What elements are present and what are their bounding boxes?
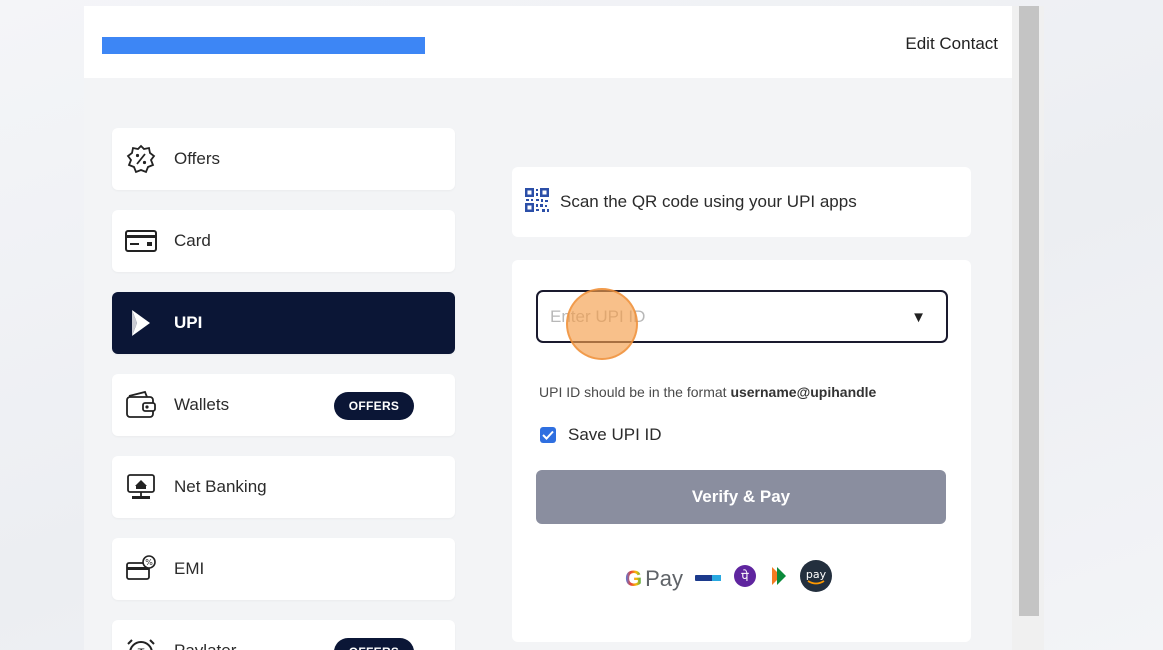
save-upi-row[interactable]: Save UPI ID	[540, 425, 662, 445]
method-net-banking[interactable]: Net Banking	[112, 456, 455, 518]
hint-prefix: UPI ID should be in the format	[539, 384, 731, 400]
save-upi-checkbox[interactable]	[540, 427, 556, 443]
scrollbar-thumb[interactable]	[1019, 6, 1039, 616]
hint-format: username@upihandle	[730, 384, 877, 400]
method-label: Offers	[174, 149, 220, 168]
method-upi[interactable]: UPI	[112, 292, 455, 354]
method-label: Wallets	[174, 395, 230, 414]
google-pay-logo: G Pay	[625, 566, 683, 592]
phonepe-icon: पे	[733, 564, 757, 593]
svg-text:%: %	[145, 558, 153, 567]
method-label: Net Banking	[174, 477, 267, 496]
tap-indicator	[566, 288, 638, 360]
dropdown-arrow-icon[interactable]: ▼	[911, 309, 926, 326]
method-label: UPI	[174, 313, 203, 332]
scan-qr-option[interactable]: Scan the QR code using your UPI apps	[512, 167, 971, 237]
verify-pay-button[interactable]: Verify & Pay	[536, 470, 946, 524]
edit-contact-link[interactable]: Edit Contact	[905, 34, 998, 54]
paylater-icon: ₹	[124, 634, 158, 650]
method-emi[interactable]: % EMI	[112, 538, 455, 600]
offer-percent-icon	[124, 142, 158, 176]
method-label: EMI	[174, 559, 205, 578]
qr-code-icon	[524, 187, 550, 218]
svg-text:pay: pay	[806, 568, 827, 581]
method-label: Card	[174, 231, 211, 250]
paytm-icon	[695, 570, 722, 588]
scan-qr-text: Scan the QR code using your UPI apps	[560, 192, 857, 211]
method-wallets[interactable]: Wallets OFFERS	[112, 374, 455, 436]
offers-badge: OFFERS	[334, 392, 414, 420]
amazon-pay-icon: pay	[799, 559, 833, 598]
emi-icon: %	[124, 552, 158, 586]
method-label: Paylater	[174, 641, 236, 650]
method-offers[interactable]: Offers	[112, 128, 455, 190]
method-card[interactable]: Card	[112, 210, 455, 272]
upi-icon	[124, 306, 158, 340]
wallet-icon	[124, 388, 158, 422]
net-banking-icon	[124, 470, 158, 504]
gpay-g: G	[625, 565, 643, 591]
bhim-icon	[769, 565, 787, 592]
save-upi-label: Save UPI ID	[568, 425, 662, 444]
card-icon	[124, 224, 158, 258]
gpay-pay: Pay	[645, 565, 684, 591]
method-paylater[interactable]: ₹ Paylater OFFERS	[112, 620, 455, 650]
svg-text:पे: पे	[741, 569, 749, 585]
upi-apps-row: G Pay पे pay	[625, 559, 833, 598]
redacted-contact-info	[102, 37, 425, 54]
offers-badge: OFFERS	[334, 638, 414, 650]
upi-format-hint: UPI ID should be in the format username@…	[539, 384, 876, 400]
